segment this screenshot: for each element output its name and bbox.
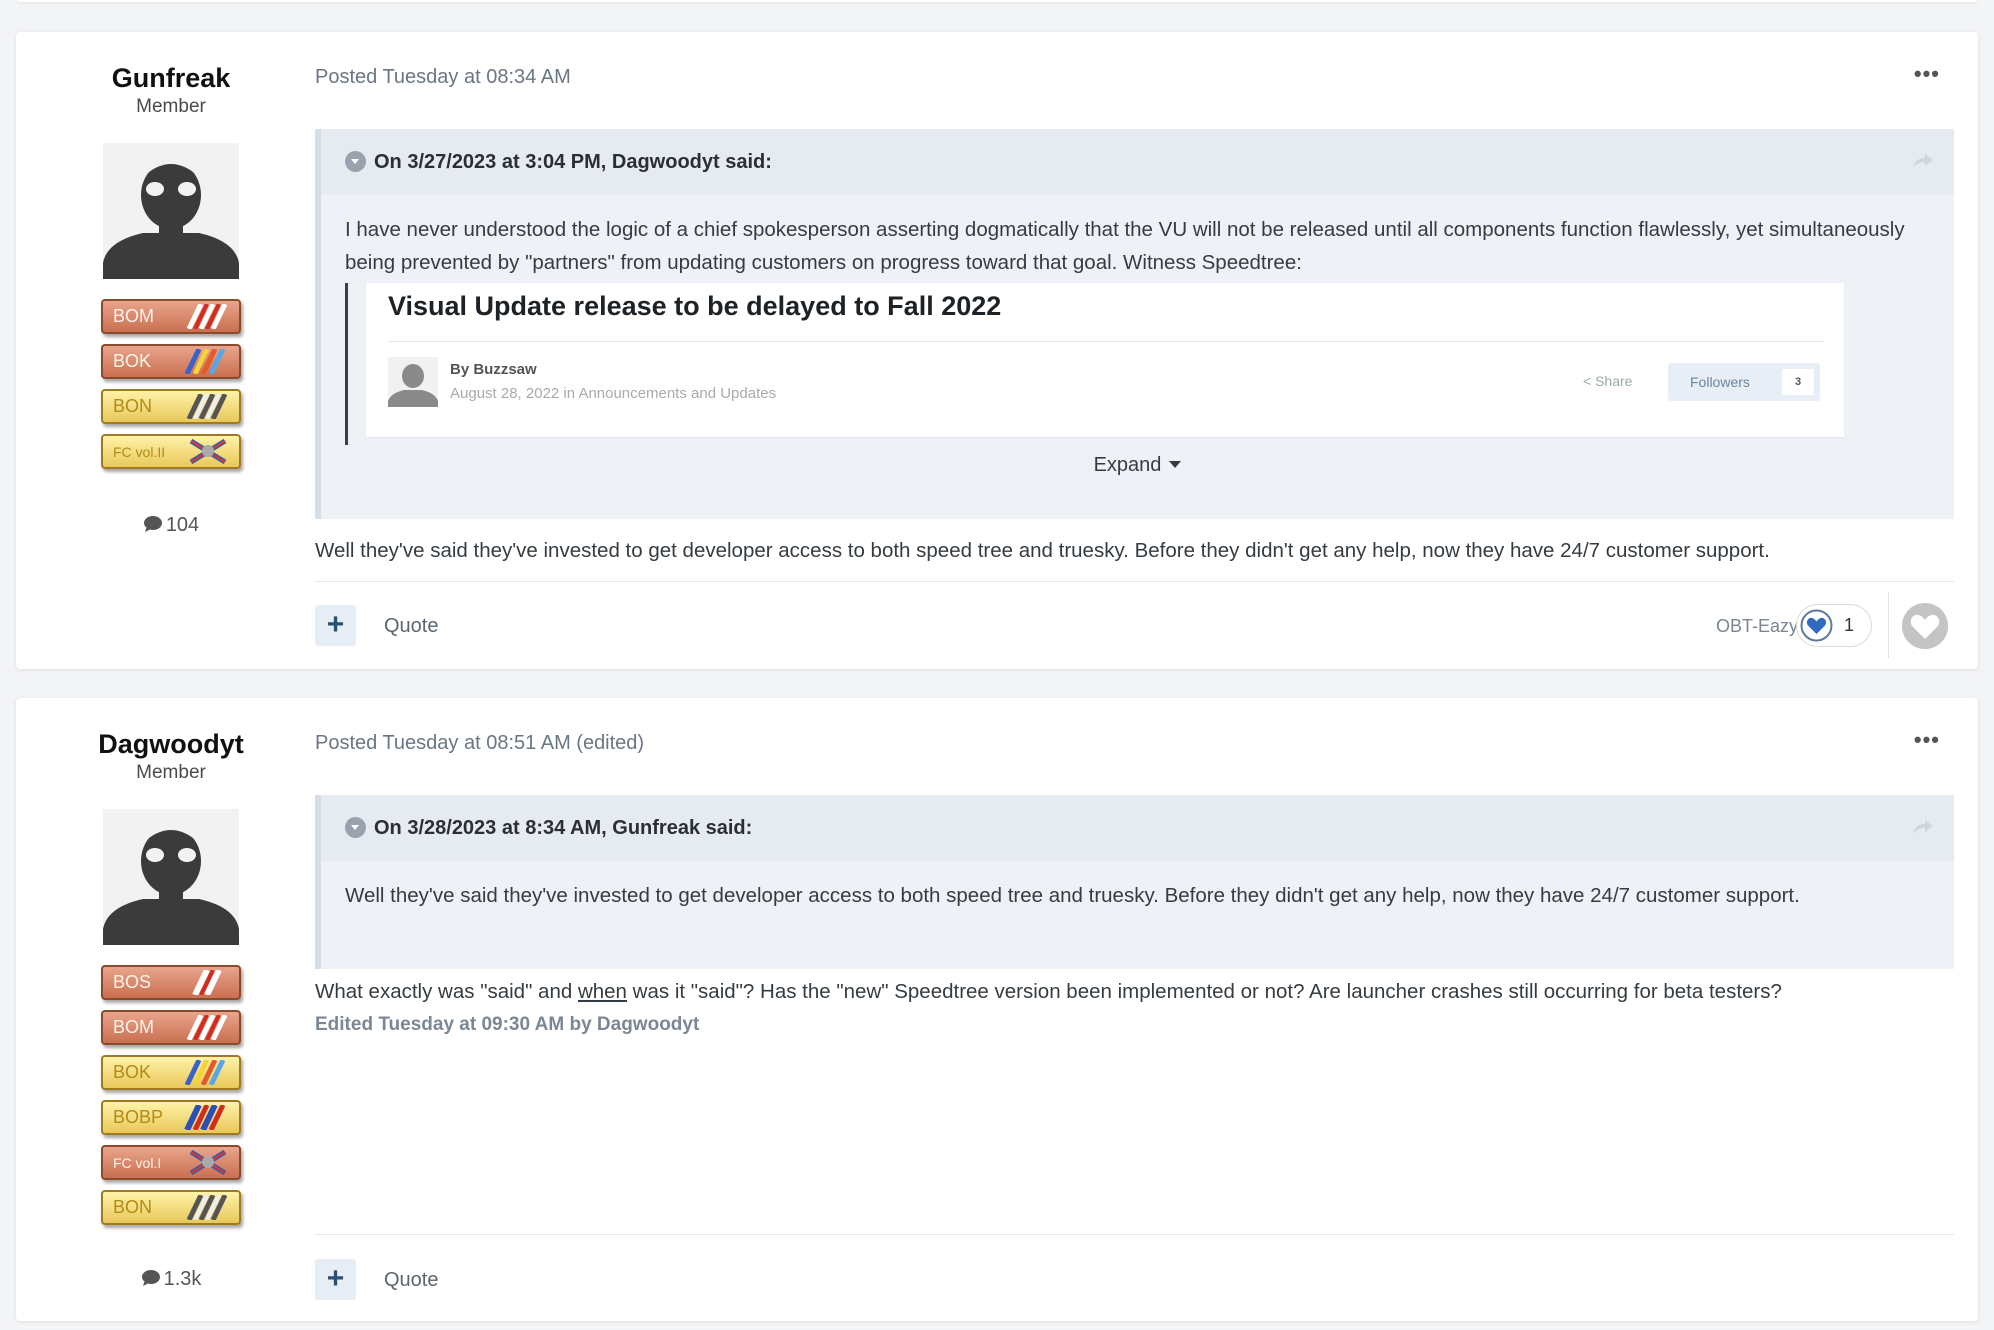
reaction-summary[interactable]: 1 [1796, 604, 1872, 647]
embed-followers-button[interactable]: Followers 3 [1668, 363, 1820, 401]
embed-card[interactable]: Visual Update release to be delayed to F… [366, 283, 1844, 437]
followers-count: 3 [1782, 369, 1814, 395]
badge-list: BOS BOM BOK BOBP FC vol.I BON [16, 965, 326, 1225]
post-count[interactable]: 1.3k [16, 1267, 326, 1291]
quote-text: I have never understood the logic of a c… [345, 218, 1905, 274]
comment-icon [141, 1270, 160, 1286]
embed-author[interactable]: By Buzzsaw [450, 361, 537, 378]
expand-button[interactable]: Expand [321, 445, 1954, 501]
post-meta[interactable]: Posted Tuesday at 08:34 AM [315, 66, 571, 89]
multiquote-add-button[interactable]: + [315, 1259, 356, 1300]
author-name[interactable]: Gunfreak [16, 61, 326, 95]
badge-list: BOM BOK BON FC vol.II [16, 299, 326, 469]
quote-citation[interactable]: On 3/28/2023 at 8:34 AM, Gunfreak said: [374, 817, 752, 839]
collapse-toggle-icon[interactable] [345, 817, 366, 838]
reaction-count: 1 [1844, 615, 1855, 635]
badge-bos: BOS [101, 965, 241, 1000]
embed-title[interactable]: Visual Update release to be delayed to F… [388, 291, 1001, 322]
post-count[interactable]: 104 [16, 513, 326, 537]
react-divider [1888, 592, 1889, 658]
embed-avatar [388, 357, 438, 407]
previous-post-edge [16, 0, 1978, 2]
share-icon: < [1583, 373, 1596, 389]
author-rank: Member [136, 762, 206, 783]
badge-bon: BON [101, 1190, 241, 1225]
caret-down-icon [1169, 461, 1182, 468]
footer-divider [315, 581, 1954, 582]
quote-header: On 3/28/2023 at 8:34 AM, Gunfreak said: [321, 795, 1954, 861]
comment-icon [143, 516, 162, 532]
avatar[interactable] [103, 143, 239, 279]
ellipsis-icon[interactable]: ••• [1914, 729, 1940, 751]
badge-bok: BOK [101, 344, 241, 379]
badge-bobp: BOBP [101, 1100, 241, 1135]
quote-block: On 3/27/2023 at 3:04 PM, Dagwoodyt said:… [315, 129, 1954, 519]
edited-note: Edited Tuesday at 09:30 AM by Dagwoodyt [315, 1014, 700, 1035]
multiquote-add-button[interactable]: + [315, 605, 356, 646]
forum-post: Dagwoodyt Member BOS BOM BOK BOBP FC vol… [16, 698, 1978, 1321]
badge-bom: BOM [101, 299, 241, 334]
embedded-link-preview[interactable]: Visual Update release to be delayed to F… [345, 283, 1954, 445]
post-body: Well they've said they've invested to ge… [315, 539, 1770, 562]
heart-icon [1800, 609, 1833, 642]
badge-bom: BOM [101, 1010, 241, 1045]
collapse-toggle-icon[interactable] [345, 151, 366, 172]
embed-date: August 28, 2022 in Announcements and Upd… [450, 385, 777, 402]
badge-bon: BON [101, 389, 241, 424]
react-heart-button[interactable] [1902, 603, 1948, 649]
embed-share-button[interactable]: < Share [1583, 373, 1632, 389]
embed-divider [388, 341, 1824, 342]
quote-citation[interactable]: On 3/27/2023 at 3:04 PM, Dagwoodyt said: [374, 151, 772, 173]
quote-block: On 3/28/2023 at 8:34 AM, Gunfreak said: … [315, 795, 1954, 969]
badge-fc: FC vol.I [101, 1145, 241, 1180]
avatar[interactable] [103, 809, 239, 945]
share-arrow-icon[interactable] [1912, 819, 1934, 835]
post-meta[interactable]: Posted Tuesday at 08:51 AM (edited) [315, 732, 644, 755]
quote-header: On 3/27/2023 at 3:04 PM, Dagwoodyt said: [321, 129, 1954, 195]
ellipsis-icon[interactable]: ••• [1914, 63, 1940, 85]
post-body: What exactly was "said" and when was it … [315, 980, 1782, 1003]
author-panel: Gunfreak Member BOM BOK BON FC vol.II 10… [16, 32, 326, 537]
badge-bok: BOK [101, 1055, 241, 1090]
author-rank: Member [136, 96, 206, 117]
quote-button[interactable]: Quote [384, 1269, 438, 1292]
quote-text: Well they've said they've invested to ge… [345, 884, 1800, 907]
author-panel: Dagwoodyt Member BOS BOM BOK BOBP FC vol… [16, 698, 326, 1291]
reactor-name[interactable]: OBT-Eazy [1716, 616, 1798, 637]
badge-fc: FC vol.II [101, 434, 241, 469]
emphasis-when: when [577, 980, 627, 1003]
author-name[interactable]: Dagwoodyt [16, 727, 326, 761]
share-arrow-icon[interactable] [1912, 153, 1934, 169]
footer-divider [315, 1234, 1954, 1235]
quote-button[interactable]: Quote [384, 615, 438, 638]
forum-post: Gunfreak Member BOM BOK BON FC vol.II 10… [16, 32, 1978, 669]
